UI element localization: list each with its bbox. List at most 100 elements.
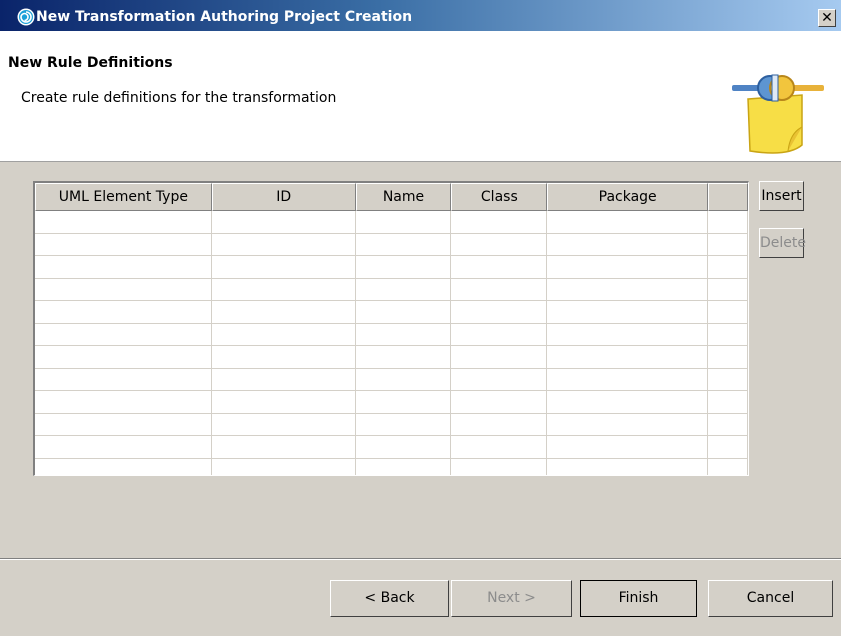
close-button[interactable]: ✕ — [818, 9, 836, 27]
table-cell[interactable] — [547, 436, 709, 459]
table-row[interactable] — [35, 256, 748, 279]
column-header-class[interactable]: Class — [451, 183, 548, 211]
table-cell[interactable] — [35, 413, 212, 436]
table-cell[interactable] — [451, 413, 548, 436]
column-header-package[interactable]: Package — [547, 183, 709, 211]
table-cell[interactable] — [708, 346, 748, 369]
table-cell[interactable] — [35, 256, 212, 279]
table-cell[interactable] — [708, 278, 748, 301]
table-cell[interactable] — [211, 256, 356, 279]
column-header-id[interactable]: ID — [211, 183, 356, 211]
table-row[interactable] — [35, 211, 748, 234]
table-cell[interactable] — [355, 346, 452, 369]
table-row[interactable] — [35, 368, 748, 391]
table-cell[interactable] — [451, 346, 548, 369]
table-cell[interactable] — [708, 391, 748, 414]
table-cell[interactable] — [355, 211, 452, 234]
table-cell[interactable] — [708, 301, 748, 324]
table-cell[interactable] — [355, 391, 452, 414]
table-cell[interactable] — [451, 301, 548, 324]
rule-definitions-table[interactable]: UML Element Type ID Name Class Package — [33, 181, 749, 476]
table-row[interactable] — [35, 323, 748, 346]
table-cell[interactable] — [708, 368, 748, 391]
table-cell[interactable] — [35, 323, 212, 346]
table-cell[interactable] — [708, 233, 748, 256]
table-cell[interactable] — [547, 256, 709, 279]
back-button[interactable]: < Back — [330, 580, 449, 617]
table-header: UML Element Type ID Name Class Package — [35, 183, 748, 211]
column-header-uml-element-type[interactable]: UML Element Type — [35, 183, 212, 211]
table-row[interactable] — [35, 413, 748, 436]
table-cell[interactable] — [355, 413, 452, 436]
delete-button[interactable]: Delete — [759, 228, 806, 258]
table-cell[interactable] — [35, 346, 212, 369]
table-row[interactable] — [35, 436, 748, 459]
next-button[interactable]: Next > — [451, 580, 572, 617]
table-cell[interactable] — [211, 346, 356, 369]
table-cell[interactable] — [211, 301, 356, 324]
table-cell[interactable] — [547, 211, 709, 234]
table-cell[interactable] — [35, 211, 212, 234]
table-cell[interactable] — [211, 413, 356, 436]
table-row[interactable] — [35, 391, 748, 414]
table-cell[interactable] — [35, 278, 212, 301]
table-cell[interactable] — [708, 211, 748, 234]
table-cell[interactable] — [451, 436, 548, 459]
table-cell[interactable] — [355, 323, 452, 346]
table-cell[interactable] — [547, 391, 709, 414]
table-cell[interactable] — [547, 346, 709, 369]
table-cell[interactable] — [451, 211, 548, 234]
table-cell[interactable] — [547, 368, 709, 391]
table-cell[interactable] — [451, 323, 548, 346]
close-icon: ✕ — [821, 10, 833, 26]
table-cell[interactable] — [451, 458, 548, 475]
table-row[interactable] — [35, 278, 748, 301]
table-cell[interactable] — [35, 368, 212, 391]
table-cell[interactable] — [355, 278, 452, 301]
table-cell[interactable] — [355, 301, 452, 324]
table-cell[interactable] — [355, 233, 452, 256]
table-cell[interactable] — [211, 436, 356, 459]
table-cell[interactable] — [355, 256, 452, 279]
table-cell[interactable] — [708, 256, 748, 279]
table-cell[interactable] — [211, 233, 356, 256]
title-bar[interactable]: New Transformation Authoring Project Cre… — [0, 0, 841, 31]
table-cell[interactable] — [547, 413, 709, 436]
table-cell[interactable] — [35, 436, 212, 459]
table-row[interactable] — [35, 301, 748, 324]
table-cell[interactable] — [211, 391, 356, 414]
table-cell[interactable] — [355, 368, 452, 391]
table-cell[interactable] — [451, 391, 548, 414]
table-row[interactable] — [35, 346, 748, 369]
table-cell[interactable] — [355, 436, 452, 459]
insert-button[interactable]: Insert — [759, 181, 804, 211]
cancel-button[interactable]: Cancel — [708, 580, 833, 617]
table-cell[interactable] — [708, 458, 748, 475]
table-cell[interactable] — [708, 436, 748, 459]
table-cell[interactable] — [451, 368, 548, 391]
table-cell[interactable] — [212, 458, 356, 475]
table-cell[interactable] — [35, 391, 212, 414]
table-cell[interactable] — [211, 323, 356, 346]
column-header-name[interactable]: Name — [355, 183, 452, 211]
table-cell[interactable] — [708, 413, 748, 436]
table-cell[interactable] — [547, 301, 709, 324]
table-cell[interactable] — [451, 256, 548, 279]
table-cell[interactable] — [547, 458, 709, 475]
table-cell[interactable] — [547, 233, 709, 256]
table-row[interactable] — [35, 233, 748, 256]
table-cell[interactable] — [708, 323, 748, 346]
table-cell[interactable] — [35, 458, 212, 475]
table-cell[interactable] — [356, 458, 452, 475]
table-cell[interactable] — [211, 368, 356, 391]
table-row[interactable] — [35, 458, 748, 475]
table-cell[interactable] — [211, 211, 356, 234]
table-cell[interactable] — [35, 233, 212, 256]
table-cell[interactable] — [451, 233, 548, 256]
finish-button[interactable]: Finish — [580, 580, 697, 617]
table-cell[interactable] — [35, 301, 212, 324]
table-cell[interactable] — [211, 278, 356, 301]
table-cell[interactable] — [547, 278, 709, 301]
table-cell[interactable] — [547, 323, 709, 346]
table-cell[interactable] — [451, 278, 548, 301]
